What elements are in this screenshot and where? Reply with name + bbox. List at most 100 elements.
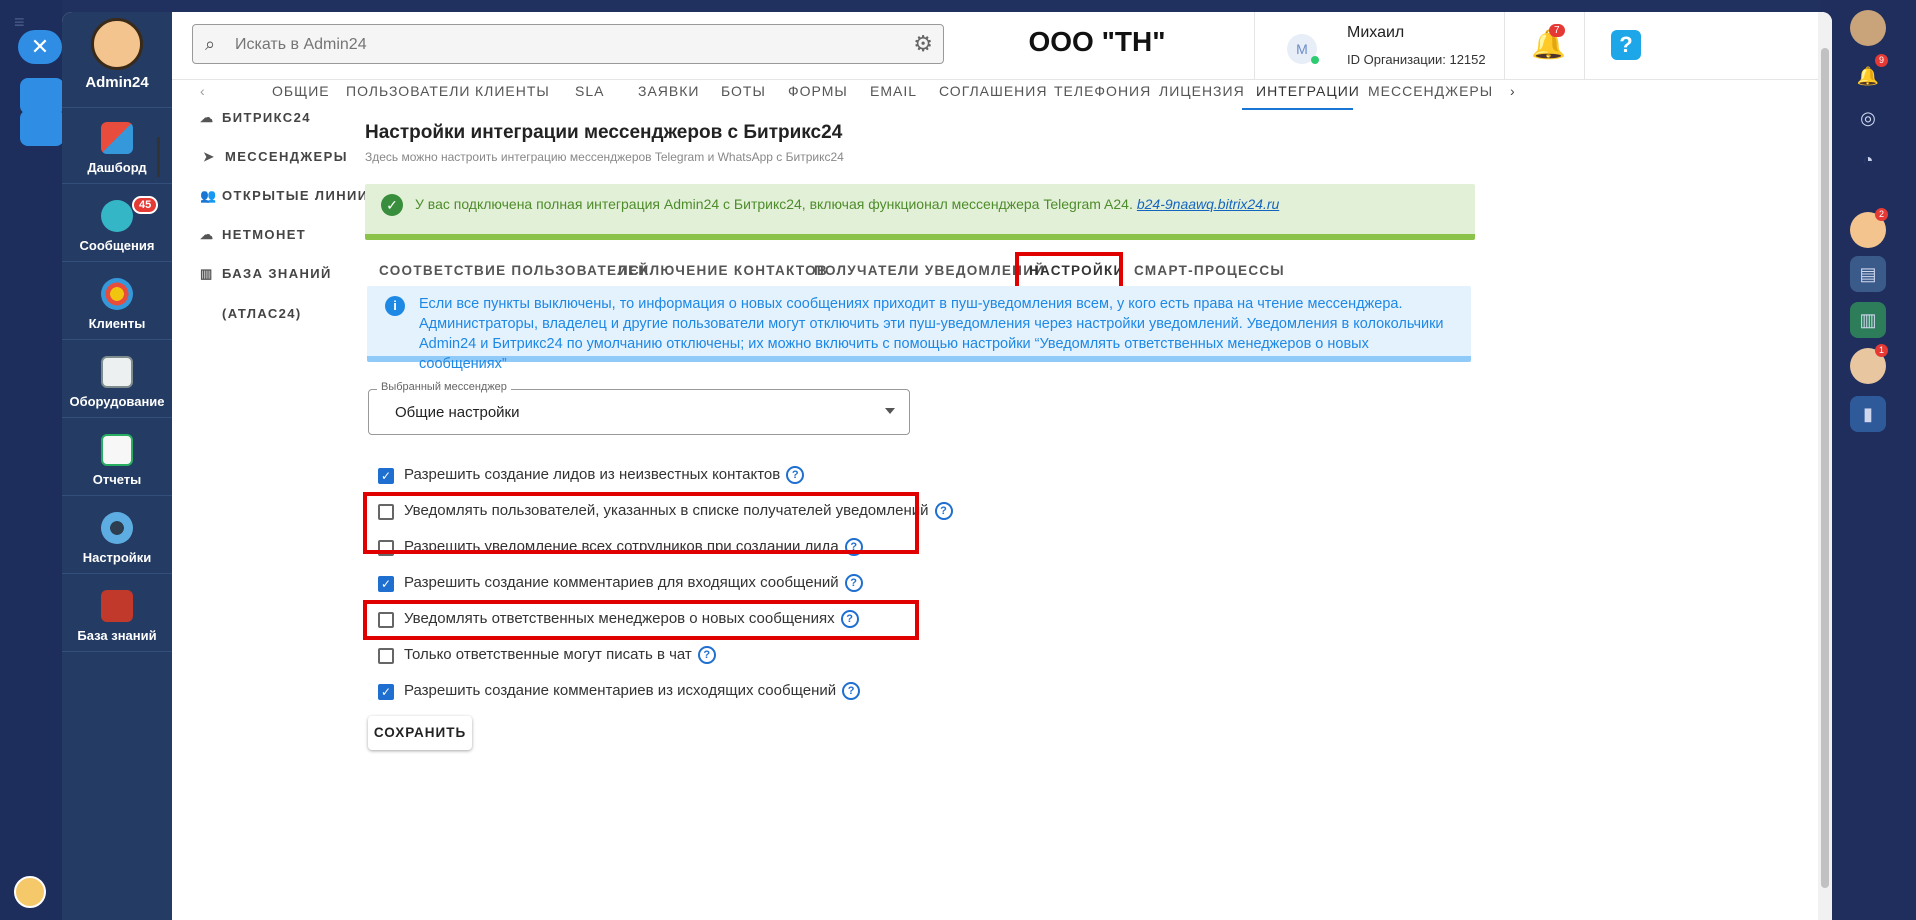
tab-forms[interactable]: ФОРМЫ bbox=[788, 80, 848, 110]
rail-messages-icon[interactable]: ▤ bbox=[1850, 256, 1886, 292]
right-rail bbox=[1820, 0, 1916, 920]
rail-chat-icon[interactable]: ◔ bbox=[1850, 142, 1886, 178]
background-link-button[interactable] bbox=[20, 78, 64, 114]
messages-badge: 45 bbox=[132, 196, 159, 214]
nav-equipment[interactable]: Оборудование bbox=[62, 342, 172, 418]
nav-settings[interactable]: Настройки bbox=[62, 498, 172, 574]
gear-icon bbox=[101, 512, 133, 544]
tab-smart-processes[interactable]: СМАРТ-ПРОЦЕССЫ bbox=[1134, 252, 1285, 290]
tab-telephony[interactable]: ТЕЛЕФОНИЯ bbox=[1054, 80, 1151, 110]
tab-email[interactable]: EMAIL bbox=[870, 80, 917, 110]
rail-bot-avatar[interactable]: 2 bbox=[1850, 208, 1888, 248]
rail-bookmark-icon[interactable]: ▮ bbox=[1850, 396, 1886, 432]
online-status-icon bbox=[1311, 56, 1319, 64]
tab-messengers[interactable]: МЕССЕНДЖЕРЫ bbox=[1368, 80, 1493, 110]
info-alert: i Если все пункты выключены, то информац… bbox=[367, 286, 1471, 372]
option-label: Разрешить создание лидов из неизвестных … bbox=[404, 466, 805, 485]
tab-contact-exclusion[interactable]: ИСКЛЮЧЕНИЕ КОНТАКТОВ bbox=[618, 252, 828, 290]
help-icon[interactable]: ? bbox=[1611, 30, 1641, 60]
close-overlay-button[interactable]: ✕ bbox=[18, 30, 62, 64]
tab-sla[interactable]: SLA bbox=[575, 80, 604, 110]
rail-user-avatar[interactable]: 1 bbox=[1850, 344, 1888, 384]
cloud-icon: ☁ bbox=[200, 110, 215, 125]
page-title: Настройки интеграции мессенджеров с Битр… bbox=[365, 122, 843, 143]
option-text: Разрешить создание лидов из неизвестных … bbox=[404, 466, 781, 483]
tab-license[interactable]: ЛИЦЕНЗИЯ bbox=[1159, 80, 1245, 110]
gear-icon[interactable]: ⚙ bbox=[913, 31, 933, 57]
search-box[interactable]: ⌕ ⚙ bbox=[192, 24, 944, 64]
success-text: У вас подключена полная интеграция Admin… bbox=[415, 196, 1133, 212]
checkbox-only-responsible[interactable] bbox=[378, 648, 394, 664]
tab-integrations[interactable]: ИНТЕГРАЦИИ bbox=[1256, 80, 1360, 110]
nav-clients[interactable]: Клиенты bbox=[62, 264, 172, 340]
avatar[interactable]: М bbox=[1287, 34, 1319, 64]
tab-clients[interactable]: КЛИЕНТЫ bbox=[475, 80, 550, 110]
option-text: Разрешить создание комментариев из исход… bbox=[404, 682, 837, 699]
org-id: ID Организации: 12152 bbox=[1347, 52, 1486, 67]
option-text: Разрешить создание комментариев для вход… bbox=[404, 574, 839, 591]
messenger-select-label: Выбранный мессенджер bbox=[377, 381, 511, 393]
scrollbar[interactable] bbox=[1818, 12, 1832, 920]
nav-reports[interactable]: Отчеты bbox=[62, 420, 172, 496]
help-circle-icon[interactable]: ? bbox=[844, 574, 863, 593]
rail-avatar[interactable] bbox=[1850, 10, 1886, 46]
rail-bell-icon[interactable]: 🔔 9 bbox=[1850, 54, 1888, 94]
org-name: ООО "ТН" bbox=[1028, 26, 1166, 57]
rail-badge: 2 bbox=[1874, 208, 1888, 221]
messenger-select-value: Общие настройки bbox=[395, 404, 520, 421]
help[interactable]: ? bbox=[1584, 12, 1664, 80]
notification-badge: 7 bbox=[1549, 24, 1565, 37]
book-icon bbox=[101, 590, 133, 622]
app-logo[interactable]: Admin24 bbox=[62, 12, 172, 108]
success-alert: ✓ У вас подключена полная интеграция Adm… bbox=[365, 184, 1475, 240]
sidebar-item-messengers[interactable]: ➤ МЕССЕНДЖЕРЫ bbox=[157, 137, 387, 177]
header: ⌕ ⚙ ООО "ТН" М Михаил ID Организации: 12… bbox=[172, 12, 1832, 80]
logo-face-icon bbox=[91, 18, 143, 70]
rail-badge: 1 bbox=[1874, 344, 1888, 357]
avatar-initial: М bbox=[1296, 41, 1308, 57]
option-label: Разрешить создание комментариев из исход… bbox=[404, 682, 861, 701]
background-open-button[interactable] bbox=[20, 110, 64, 146]
info-icon: i bbox=[385, 296, 405, 316]
chevron-right-icon[interactable]: › bbox=[1510, 80, 1516, 110]
tab-requests[interactable]: ЗАЯВКИ bbox=[638, 80, 699, 110]
rail-spiral-icon[interactable]: ◎ bbox=[1850, 100, 1886, 136]
background-user-avatar[interactable] bbox=[14, 876, 46, 908]
sidebar-item-label: ОТКРЫТЫЕ ЛИНИИ bbox=[222, 188, 369, 203]
nav-messages[interactable]: 45 Сообщения bbox=[62, 186, 172, 262]
scrollbar-thumb[interactable] bbox=[1821, 48, 1829, 888]
page-subtitle: Здесь можно настроить интеграцию мессенд… bbox=[365, 150, 844, 164]
nav-label: Дашборд bbox=[87, 160, 147, 175]
clients-icon bbox=[101, 278, 133, 310]
background-menu-icon: ≡ bbox=[14, 12, 25, 32]
search-input[interactable] bbox=[235, 31, 885, 59]
help-circle-icon[interactable]: ? bbox=[842, 682, 861, 701]
nav-dashboard[interactable]: Дашборд bbox=[62, 108, 172, 184]
nav-label: Клиенты bbox=[88, 316, 146, 331]
checkbox-allow-leads[interactable]: ✓ bbox=[378, 468, 394, 484]
nav-label: Настройки bbox=[82, 550, 152, 565]
messenger-select[interactable]: Выбранный мессенджер Общие настройки bbox=[368, 381, 910, 435]
checkbox-outgoing-comments[interactable]: ✓ bbox=[378, 684, 394, 700]
help-circle-icon[interactable]: ? bbox=[934, 502, 953, 521]
tab-notification-recipients[interactable]: ПОЛУЧАТЕЛИ УВЕДОМЛЕНИЙ bbox=[814, 252, 1045, 290]
nav-knowledge-base[interactable]: База знаний bbox=[62, 576, 172, 652]
book-icon: ▥ bbox=[200, 266, 214, 281]
tab-bots[interactable]: БОТЫ bbox=[721, 80, 766, 110]
notifications[interactable]: 🔔 7 bbox=[1504, 12, 1584, 80]
tab-agreements[interactable]: СОГЛАШЕНИЯ bbox=[939, 80, 1047, 110]
telegram-icon: ➤ bbox=[203, 149, 216, 164]
sidebar-item-label: БАЗА ЗНАНИЙ (АТЛАС24) bbox=[222, 266, 332, 321]
checkbox-incoming-comments[interactable]: ✓ bbox=[378, 576, 394, 592]
sidebar-item-label: НЕТМОНЕТ bbox=[222, 227, 307, 242]
sidebar-item-label: БИТРИКС24 bbox=[222, 110, 311, 125]
help-circle-icon[interactable]: ? bbox=[697, 646, 716, 665]
bitrix-portal-link[interactable]: b24-9naawq.bitrix24.ru bbox=[1137, 196, 1279, 212]
help-circle-icon[interactable]: ? bbox=[786, 466, 805, 485]
info-text: Если все пункты выключены, то информация… bbox=[419, 296, 1444, 372]
user-profile[interactable]: М Михаил ID Организации: 12152 bbox=[1254, 12, 1504, 80]
rail-doc-icon[interactable]: ▥ bbox=[1850, 302, 1886, 338]
save-button[interactable]: СОХРАНИТЬ bbox=[368, 716, 472, 750]
user-name: Михаил bbox=[1347, 24, 1405, 41]
tab-user-mapping[interactable]: СООТВЕТСТВИЕ ПОЛЬЗОВАТЕЛЕЙ bbox=[379, 252, 649, 290]
